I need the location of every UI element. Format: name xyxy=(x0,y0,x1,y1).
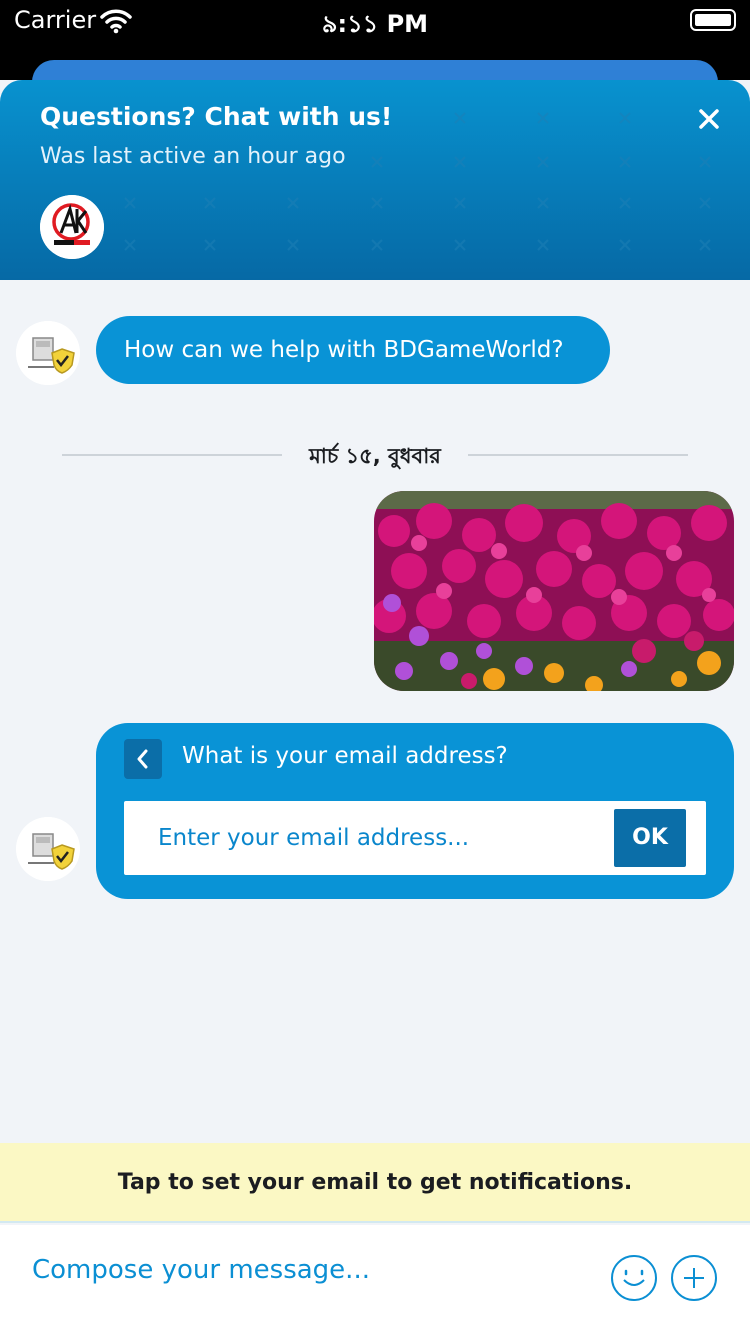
date-divider-line-right xyxy=(468,454,688,456)
emoji-icon[interactable] xyxy=(610,1254,658,1302)
chat-header: Questions? Chat with us! Was last active… xyxy=(0,80,750,280)
header-title: Questions? Chat with us! xyxy=(40,102,393,131)
email-form-card: What is your email address? OK xyxy=(96,723,734,899)
notification-bar[interactable]: Tap to set your email to get notificatio… xyxy=(0,1143,750,1223)
status-time: ৯:১১ PM xyxy=(321,10,429,38)
header-subtitle: Was last active an hour ago xyxy=(40,144,346,169)
back-button[interactable] xyxy=(124,739,162,779)
bot-message-bubble: How can we help with BDGameWorld? xyxy=(96,316,610,384)
close-icon[interactable] xyxy=(694,104,724,134)
email-question: What is your email address? xyxy=(182,743,508,769)
composer: Compose your message... xyxy=(0,1225,750,1334)
bot-avatar-icon xyxy=(16,321,80,385)
message-input[interactable]: Compose your message... xyxy=(32,1255,370,1285)
email-input-box: OK xyxy=(124,801,706,875)
chevron-left-icon xyxy=(137,749,148,769)
bot-avatar-icon xyxy=(16,817,80,881)
image-message[interactable] xyxy=(374,491,734,691)
flower-field-photo xyxy=(374,491,734,691)
ok-button[interactable]: OK xyxy=(614,809,686,867)
date-divider: মার্চ ১৫, বুধবার xyxy=(309,444,441,468)
battery-icon xyxy=(690,9,736,31)
ak-logo-avatar xyxy=(40,195,104,259)
email-field[interactable] xyxy=(158,801,598,875)
plus-icon[interactable] xyxy=(670,1254,718,1302)
